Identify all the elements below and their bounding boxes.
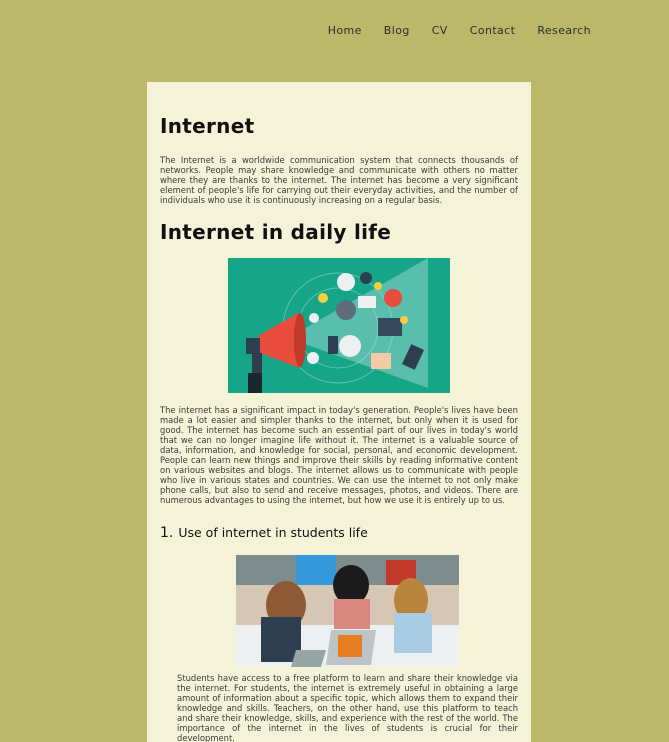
- top-nav: Home Blog CV Contact Research: [306, 24, 591, 37]
- page-title: Internet: [160, 114, 255, 138]
- section-paragraph: The internet has a significant impact in…: [160, 405, 518, 505]
- nav-home-link[interactable]: Home: [328, 24, 362, 37]
- list-item-heading: 1. Use of internet in students life: [160, 525, 518, 541]
- list-number: 1.: [160, 525, 174, 541]
- nav-research-link[interactable]: Research: [537, 24, 591, 37]
- nav-blog-link[interactable]: Blog: [384, 24, 410, 37]
- intro-paragraph: The Internet is a worldwide communicatio…: [160, 155, 518, 205]
- nav-cv-link[interactable]: CV: [432, 24, 448, 37]
- students-photo-image: [236, 555, 459, 667]
- section-title: Internet in daily life: [160, 220, 392, 244]
- list-item-paragraph: Students have access to a free platform …: [177, 673, 518, 742]
- article-card: Internet The Internet is a worldwide com…: [147, 82, 531, 742]
- nav-contact-link[interactable]: Contact: [470, 24, 516, 37]
- list-item-title: Use of internet in students life: [178, 525, 368, 540]
- internet-illustration-image: [228, 258, 450, 393]
